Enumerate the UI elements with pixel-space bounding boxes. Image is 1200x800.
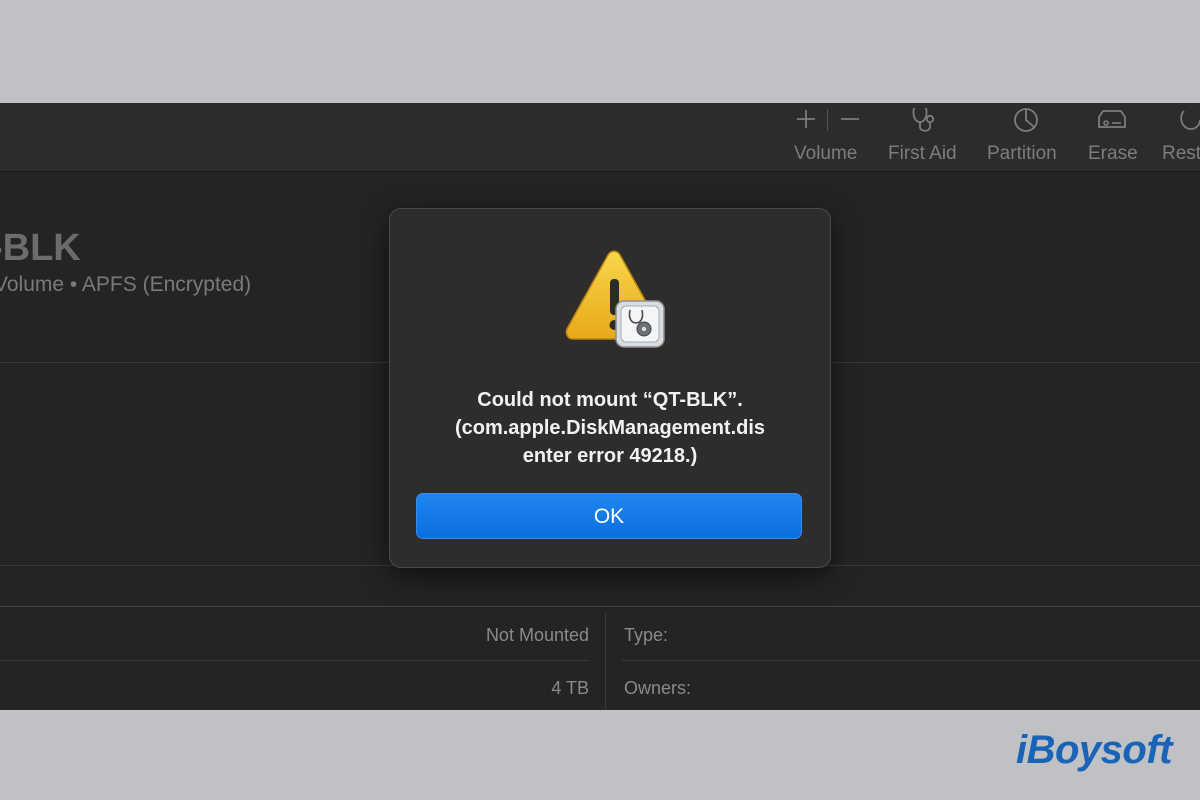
stethoscope-icon: [912, 107, 935, 132]
brand-logo: iBoysoft: [1016, 728, 1173, 772]
first-aid-label: First Aid: [888, 143, 957, 164]
partition-button[interactable]: Partition: [987, 103, 1067, 171]
error-message-line: enter error 49218.): [522, 445, 698, 467]
ok-button[interactable]: OK: [416, 493, 802, 539]
restore-button[interactable]: Rest: [1162, 103, 1200, 171]
restore-icon: [1180, 110, 1200, 130]
toolbar-divider: [827, 109, 828, 131]
mount-status-value: Not Mounted: [485, 625, 589, 645]
erase-label: Erase: [1088, 143, 1138, 164]
error-message: Could not mount “QT-BLK”. (com.apple.Dis…: [410, 386, 810, 470]
row-divider: [0, 660, 589, 661]
error-message-line: (com.apple.DiskManagement.dis: [454, 417, 766, 439]
column-divider: [605, 613, 606, 710]
eraser-icon: [1098, 110, 1126, 128]
volume-label: Volume: [794, 143, 858, 164]
disk-utility-icon: [615, 300, 665, 348]
volume-button[interactable]: Volume: [790, 103, 866, 171]
owners-label: Owners:: [624, 678, 692, 698]
plus-icon[interactable]: [794, 107, 818, 131]
capacity-value: 4 TB: [551, 678, 589, 698]
pie-chart-icon: [1014, 108, 1038, 132]
type-label: Type:: [624, 625, 669, 645]
first-aid-button[interactable]: First Aid: [888, 103, 968, 171]
volume-name: -BLK: [0, 227, 81, 269]
erase-button[interactable]: Erase: [1088, 103, 1144, 171]
minus-icon[interactable]: [838, 107, 862, 131]
restore-label: Rest: [1162, 143, 1200, 164]
error-dialog: Could not mount “QT-BLK”. (com.apple.Dis…: [389, 208, 831, 568]
partition-label: Partition: [987, 143, 1057, 164]
divider: [0, 606, 1200, 607]
row-divider: [622, 660, 1200, 661]
warning-icon: [565, 250, 665, 348]
toolbar: Volume First Aid Partition Erase Rest: [0, 103, 1200, 172]
volume-subtitle: Volume • APFS (Encrypted): [0, 273, 252, 296]
error-message-line: Could not mount “QT-BLK”.: [477, 389, 743, 411]
